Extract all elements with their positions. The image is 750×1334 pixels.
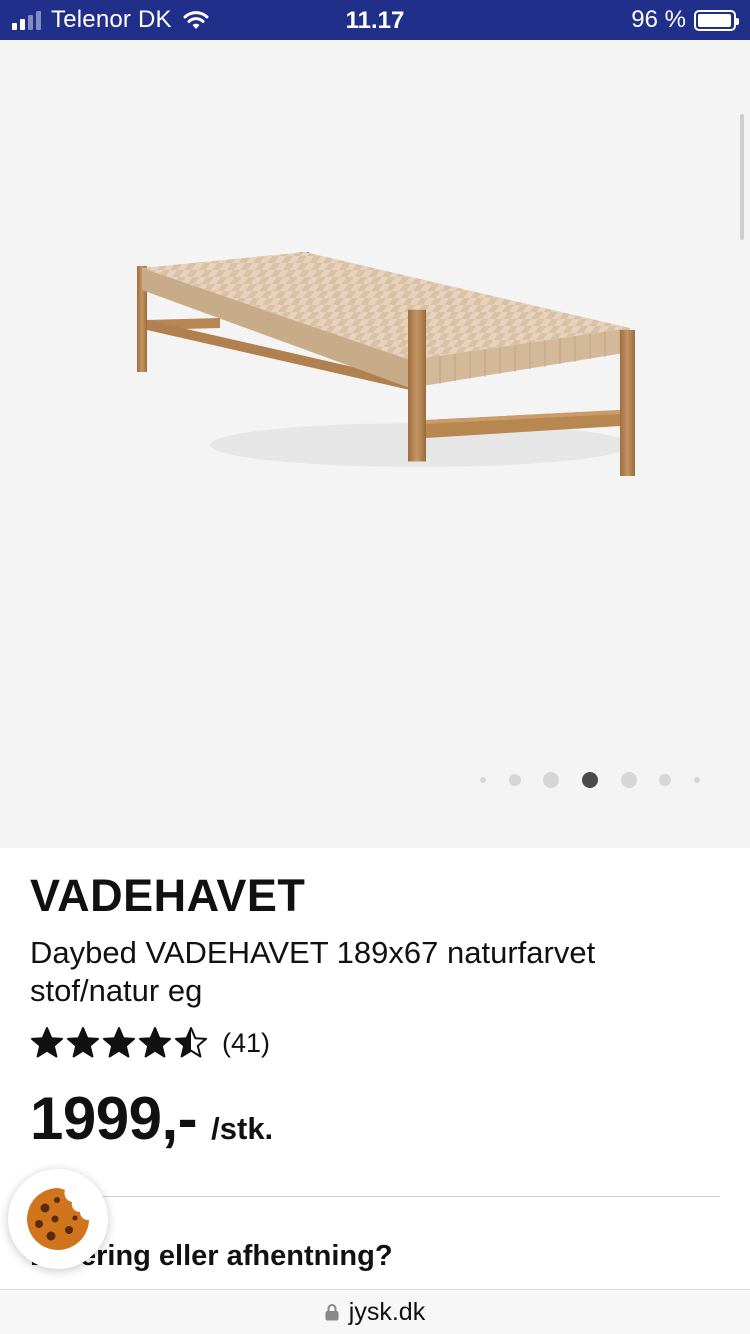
star-full-icon: [67, 1027, 99, 1058]
product-brand: VADEHAVET: [30, 870, 306, 921]
product-rating[interactable]: (41): [30, 1026, 270, 1060]
divider: [30, 1196, 720, 1197]
daybed-image[interactable]: [120, 200, 660, 490]
star-full-icon: [31, 1027, 63, 1058]
pagination-dot[interactable]: [543, 772, 560, 788]
product-gallery[interactable]: [0, 40, 750, 848]
status-bar: Telenor DK 11.17 96 %: [0, 0, 750, 40]
pagination-dot[interactable]: [659, 774, 672, 786]
gallery-pagination[interactable]: [480, 771, 700, 789]
status-right: 96 %: [631, 6, 739, 34]
product-description: Daybed VADEHAVET 189x67 naturfarvet stof…: [30, 935, 596, 1008]
cookie-settings-button[interactable]: [8, 1169, 108, 1269]
scroll-indicator: [740, 114, 744, 240]
pagination-dot[interactable]: [693, 777, 700, 783]
price-row: 1999,- /stk.: [30, 1084, 273, 1153]
rating-stars[interactable]: [30, 1026, 208, 1060]
battery-icon: [694, 9, 739, 31]
star-half-icon: [175, 1027, 207, 1058]
star-full-icon: [103, 1027, 135, 1058]
star-full-icon: [139, 1027, 171, 1058]
battery-level: [698, 13, 731, 27]
browser-url-bar[interactable]: jysk.dk: [0, 1289, 750, 1334]
pagination-dot[interactable]: [508, 774, 521, 786]
pagination-dot[interactable]: [620, 772, 637, 788]
lock-icon: [325, 1304, 339, 1321]
battery-percent: 96 %: [631, 6, 686, 33]
product-price: 1999,-: [30, 1085, 198, 1152]
review-count[interactable]: (41): [222, 1028, 270, 1059]
pagination-dot[interactable]: [480, 777, 486, 783]
price-unit: /stk.: [211, 1111, 274, 1146]
pagination-dot-active[interactable]: [581, 772, 598, 788]
url-text[interactable]: jysk.dk: [349, 1298, 425, 1327]
cookie-icon: [27, 1188, 89, 1250]
